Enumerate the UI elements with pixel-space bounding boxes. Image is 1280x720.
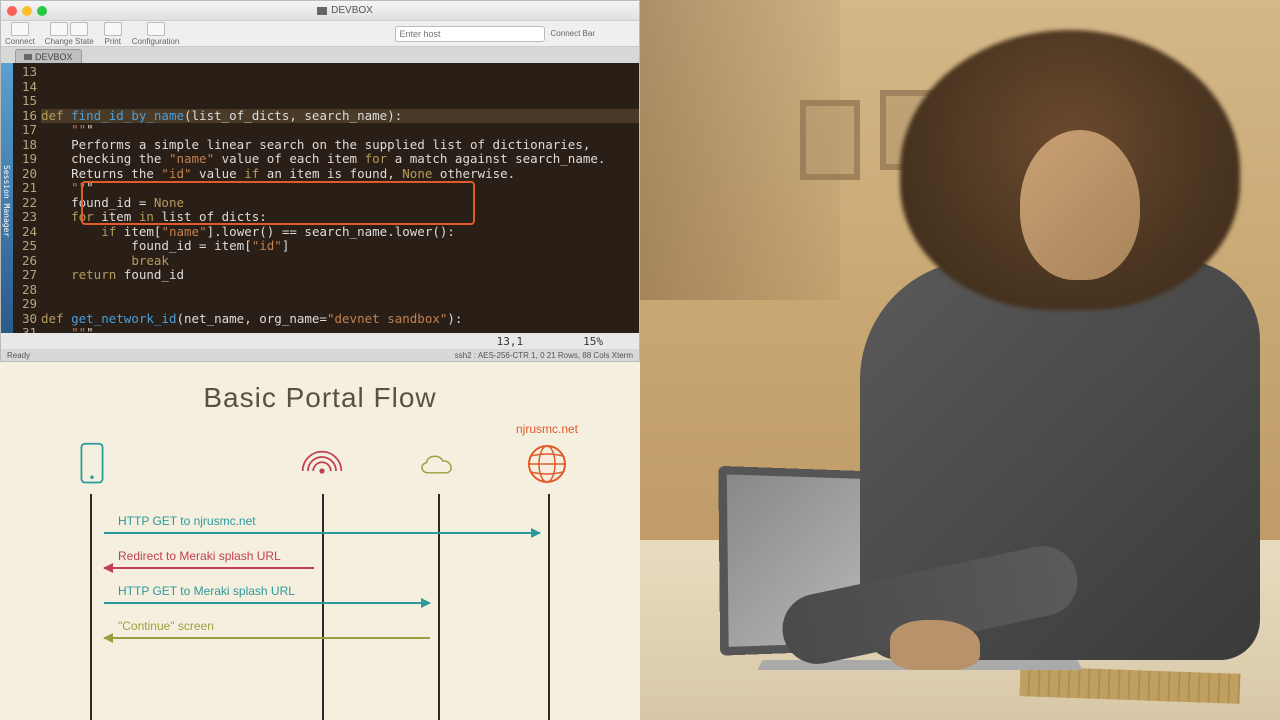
code-line[interactable]: found_id = item["id"] <box>41 239 639 254</box>
config-button[interactable] <box>147 22 165 36</box>
disconnect-button[interactable] <box>70 22 88 36</box>
terminal-app-window: DEVBOX Connect Change State Print Confi <box>0 0 640 362</box>
toolbar-group-config: Configuration <box>132 22 180 46</box>
access-point-icon <box>300 442 344 491</box>
connect-bar-label: Connect Bar <box>551 29 595 38</box>
terminal-icon <box>317 7 327 15</box>
app-status-bar: Ready ssh2 : AES-256-CTR 1, 0 21 Rows, 8… <box>1 349 639 361</box>
flow-arrow: HTTP GET to njrusmc.net <box>104 532 540 534</box>
code-line[interactable]: checking the "name" value of each item f… <box>41 152 639 167</box>
reconnect-button[interactable] <box>50 22 68 36</box>
flow-arrow: Redirect to Meraki splash URL <box>104 567 314 569</box>
code-line[interactable]: return found_id <box>41 268 639 283</box>
arrow-label: HTTP GET to njrusmc.net <box>118 514 256 528</box>
code-line[interactable] <box>41 297 639 312</box>
tab-bar: DEVBOX <box>1 47 639 63</box>
scroll-percent: 15% <box>583 335 603 348</box>
toolbar-group-change-state: Change State <box>45 22 94 46</box>
code-line[interactable]: Returns the "id" value if an item is fou… <box>41 167 639 182</box>
cloud-icon <box>415 442 459 491</box>
code-line[interactable]: def get_network_id(net_name, org_name="d… <box>41 312 639 327</box>
phone-icon <box>70 442 114 491</box>
arrow-label: "Continue" screen <box>118 619 214 633</box>
code-line[interactable]: """ <box>41 181 639 196</box>
editor-status-bar: 13,1 15% <box>1 333 639 349</box>
code-area[interactable]: def find_id_by_name(list_of_dicts, searc… <box>41 63 639 333</box>
lane-ap <box>322 494 324 720</box>
close-icon[interactable] <box>7 6 17 16</box>
code-editor[interactable]: Session Manager 131415161718192021222324… <box>1 63 639 333</box>
code-line[interactable]: Performs a simple linear search on the s… <box>41 138 639 153</box>
tab-devbox[interactable]: DEVBOX <box>15 49 82 63</box>
diagram-title: Basic Portal Flow <box>0 382 640 414</box>
arrow-label: Redirect to Meraki splash URL <box>118 549 281 563</box>
toolbar-group-connect: Connect <box>5 22 35 46</box>
cursor-position: 13,1 <box>497 335 524 348</box>
code-line[interactable]: found_id = None <box>41 196 639 211</box>
status-ready: Ready <box>7 351 30 360</box>
code-line[interactable]: for item in list_of_dicts: <box>41 210 639 225</box>
print-button[interactable] <box>104 22 122 36</box>
minimize-icon[interactable] <box>22 6 32 16</box>
toolbar-group-print: Print <box>104 22 122 46</box>
lane-phone <box>90 494 92 720</box>
code-line[interactable] <box>41 283 639 298</box>
code-line[interactable]: def find_id_by_name(list_of_dicts, searc… <box>41 109 639 124</box>
maximize-icon[interactable] <box>37 6 47 16</box>
arrow-label: HTTP GET to Meraki splash URL <box>118 584 295 598</box>
flow-arrow: HTTP GET to Meraki splash URL <box>104 602 430 604</box>
session-manager-handle[interactable]: Session Manager <box>1 63 13 333</box>
status-connection: ssh2 : AES-256-CTR 1, 0 21 Rows, 88 Cols… <box>455 351 633 360</box>
line-gutter: 1314151617181920212223242526272829303132 <box>13 63 41 333</box>
code-line[interactable]: """ <box>41 123 639 138</box>
marketing-photo <box>640 0 1280 720</box>
lane-cloud <box>438 494 440 720</box>
toolbar: Connect Change State Print Configuration… <box>1 21 639 47</box>
code-line[interactable]: if item["name"].lower() == search_name.l… <box>41 225 639 240</box>
window-title: DEVBOX <box>331 5 373 16</box>
flow-diagram: Basic Portal Flow njrusmc.net <box>0 362 640 720</box>
host-input[interactable] <box>395 26 545 42</box>
flow-arrow: "Continue" screen <box>104 637 430 639</box>
code-line[interactable]: break <box>41 254 639 269</box>
code-line[interactable]: """ <box>41 326 639 333</box>
window-titlebar[interactable]: DEVBOX <box>1 1 639 21</box>
globe-icon: njrusmc.net <box>525 442 569 491</box>
connect-button[interactable] <box>11 22 29 36</box>
lane-globe <box>548 494 550 720</box>
globe-label: njrusmc.net <box>497 422 597 436</box>
